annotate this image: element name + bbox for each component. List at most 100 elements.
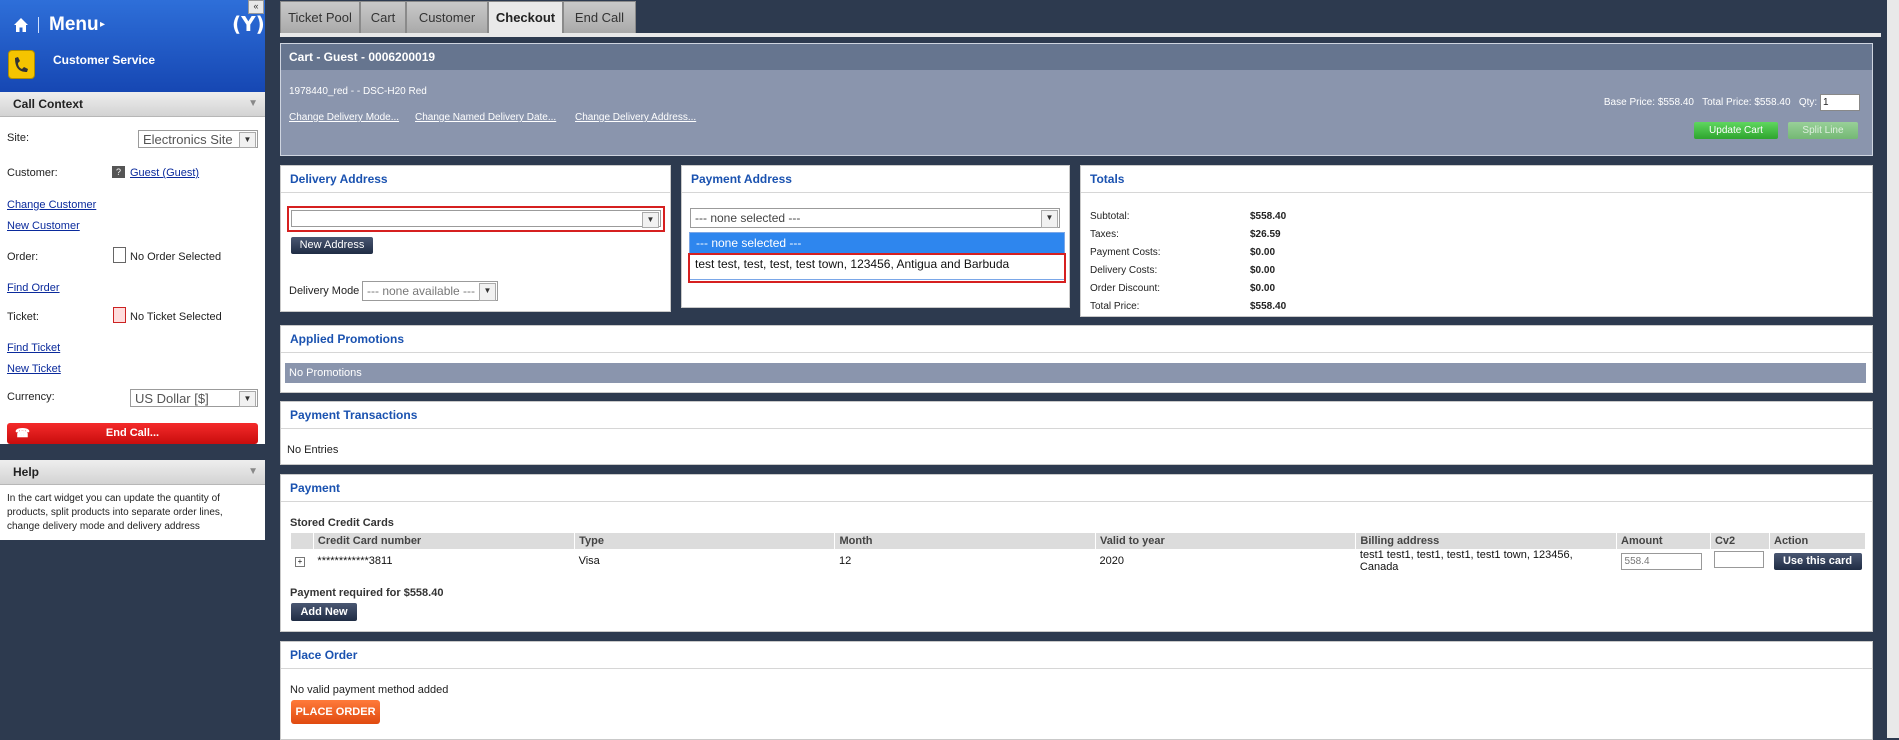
amount-input[interactable]: 558.4 bbox=[1620, 552, 1702, 570]
logo: (Y) bbox=[232, 12, 265, 36]
expand-cell: + bbox=[291, 549, 313, 573]
totals-value: $558.40 bbox=[1250, 301, 1287, 312]
currency-select-value: US Dollar [$] bbox=[135, 391, 209, 406]
order-label: Order: bbox=[7, 251, 39, 263]
stored-cards-label: Stored Credit Cards bbox=[290, 517, 394, 529]
qty-input[interactable]: 1 bbox=[1820, 94, 1860, 111]
table-header-row: Credit Card number Type Month Valid to y… bbox=[291, 533, 1866, 549]
cv2-input[interactable] bbox=[1714, 551, 1765, 568]
delivery-mode-label: Delivery Mode bbox=[289, 285, 360, 297]
payment-title: Payment bbox=[281, 475, 1872, 502]
card-address: test1 test1, test1, test1, test1 town, 1… bbox=[1359, 549, 1573, 573]
totals-value: $26.59 bbox=[1250, 229, 1281, 240]
delivery-address-panel: Delivery Address ▼ New Address Delivery … bbox=[280, 165, 671, 312]
table-row: + ************3811 Visa 12 2020 test1 te… bbox=[291, 549, 1866, 573]
payment-panel: Payment Stored Credit Cards Credit Card … bbox=[280, 474, 1873, 632]
table-header: Type bbox=[574, 533, 836, 549]
help-title: Help bbox=[13, 465, 40, 479]
delivery-mode-select[interactable]: --- none available --- ▼ bbox=[362, 281, 498, 301]
menu-label[interactable]: Menu bbox=[49, 14, 99, 36]
promotions-title: Applied Promotions bbox=[281, 326, 1872, 353]
update-cart-button[interactable]: Update Cart bbox=[1694, 122, 1778, 139]
delivery-mode-value: --- none available --- bbox=[367, 284, 476, 298]
new-ticket-link[interactable]: New Ticket bbox=[7, 363, 61, 375]
customer-link[interactable]: Guest (Guest) bbox=[130, 167, 199, 179]
order-value: No Order Selected bbox=[130, 251, 222, 263]
find-order-link[interactable]: Find Order bbox=[7, 282, 60, 294]
add-new-button[interactable]: Add New bbox=[291, 603, 357, 621]
tab-end-call[interactable]: End Call bbox=[563, 1, 636, 33]
site-select[interactable]: Electronics Site ▼ bbox=[138, 130, 258, 148]
customer-service-label: Customer Service bbox=[53, 53, 156, 67]
call-context-header[interactable]: Call Context ▼ bbox=[0, 92, 265, 117]
new-customer-link[interactable]: New Customer bbox=[7, 220, 80, 232]
split-line-button[interactable]: Split Line bbox=[1788, 122, 1858, 139]
home-icon[interactable] bbox=[13, 17, 29, 33]
tab-cart[interactable]: Cart bbox=[360, 1, 406, 33]
ticket-value: No Ticket Selected bbox=[130, 311, 222, 323]
promotions-empty: No Promotions bbox=[285, 363, 1866, 383]
find-ticket-link[interactable]: Find Ticket bbox=[7, 342, 60, 354]
use-this-card-button[interactable]: Use this card bbox=[1773, 552, 1862, 570]
new-address-button[interactable]: New Address bbox=[291, 237, 373, 254]
delivery-address-title: Delivery Address bbox=[281, 166, 670, 193]
payment-required-text: Payment required for $558.40 bbox=[290, 587, 444, 599]
currency-select[interactable]: US Dollar [$] ▼ bbox=[130, 389, 258, 407]
totals-value: $0.00 bbox=[1250, 265, 1276, 276]
cart-product: 1978440_red - - DSC-H20 Red bbox=[289, 86, 427, 97]
table-header: Action bbox=[1769, 533, 1866, 549]
base-price-label: Base Price: bbox=[1603, 97, 1656, 109]
change-customer-link[interactable]: Change Customer bbox=[7, 199, 96, 211]
card-number: ************3811 bbox=[317, 555, 393, 567]
ticket-document-icon bbox=[113, 307, 126, 323]
payment-address-title: Payment Address bbox=[682, 166, 1069, 193]
tab-customer[interactable]: Customer bbox=[406, 1, 488, 33]
place-order-title: Place Order bbox=[281, 642, 1872, 669]
change-delivery-address-link[interactable]: Change Delivery Address... bbox=[575, 112, 696, 123]
change-named-delivery-date-link[interactable]: Change Named Delivery Date... bbox=[415, 112, 556, 123]
help-panel: Help ▼ In the cart widget you can update… bbox=[0, 460, 265, 540]
totals-title: Totals bbox=[1081, 166, 1872, 193]
expand-icon[interactable]: + bbox=[295, 557, 305, 567]
help-header[interactable]: Help ▼ bbox=[0, 460, 265, 485]
total-price-label: Total Price: bbox=[1702, 97, 1752, 109]
highlight-box bbox=[287, 206, 665, 232]
totals-row: Delivery Costs: $0.00 bbox=[1090, 265, 1290, 276]
tab-ticket-pool[interactable]: Ticket Pool bbox=[280, 1, 360, 33]
total-price: $558.40 bbox=[1754, 97, 1791, 109]
menu-arrow-icon[interactable]: ▸ bbox=[100, 19, 105, 30]
chevron-down-icon: ▼ bbox=[1041, 210, 1058, 228]
totals-label: Order Discount: bbox=[1090, 283, 1161, 294]
totals-label: Subtotal: bbox=[1090, 211, 1130, 222]
totals-label: Delivery Costs: bbox=[1090, 265, 1158, 276]
amount-cell: 558.4 bbox=[1617, 549, 1711, 573]
chevron-down-icon: ▼ bbox=[479, 283, 496, 301]
currency-label: Currency: bbox=[7, 391, 55, 403]
promotions-panel: Applied Promotions No Promotions bbox=[280, 325, 1873, 393]
collapse-triangle-icon[interactable]: ▼ bbox=[248, 460, 258, 484]
end-call-button[interactable]: ☎ End Call... bbox=[7, 423, 258, 444]
totals-value: $0.00 bbox=[1250, 247, 1276, 258]
scrollbar[interactable] bbox=[1887, 0, 1899, 738]
guest-user-icon: ? bbox=[112, 166, 125, 178]
payment-address-select[interactable]: --- none selected --- ▼ bbox=[690, 208, 1060, 228]
table-header: Credit Card number bbox=[313, 533, 576, 549]
tab-checkout[interactable]: Checkout bbox=[488, 1, 563, 33]
credit-card-table: Credit Card number Type Month Valid to y… bbox=[291, 533, 1866, 573]
totals-label: Total Price: bbox=[1090, 301, 1140, 312]
card-type: Visa bbox=[578, 555, 600, 567]
chevron-down-icon: ▼ bbox=[239, 132, 256, 148]
table-header: Month bbox=[834, 533, 1096, 549]
phone-icon bbox=[8, 50, 35, 79]
place-order-button[interactable]: PLACE ORDER bbox=[291, 700, 380, 724]
collapse-triangle-icon[interactable]: ▼ bbox=[248, 92, 258, 116]
cart-title: Cart - Guest - 0006200019 bbox=[281, 44, 1872, 70]
cv2-cell bbox=[1710, 549, 1769, 573]
dropdown-option-none[interactable]: --- none selected --- bbox=[690, 233, 1064, 253]
change-delivery-mode-link[interactable]: Change Delivery Mode... bbox=[289, 112, 399, 123]
totals-value: $0.00 bbox=[1250, 283, 1276, 294]
card-year: 2020 bbox=[1099, 555, 1124, 567]
table-header: Billing address bbox=[1355, 533, 1618, 549]
place-order-panel: Place Order No valid payment method adde… bbox=[280, 641, 1873, 740]
table-header bbox=[291, 533, 314, 549]
